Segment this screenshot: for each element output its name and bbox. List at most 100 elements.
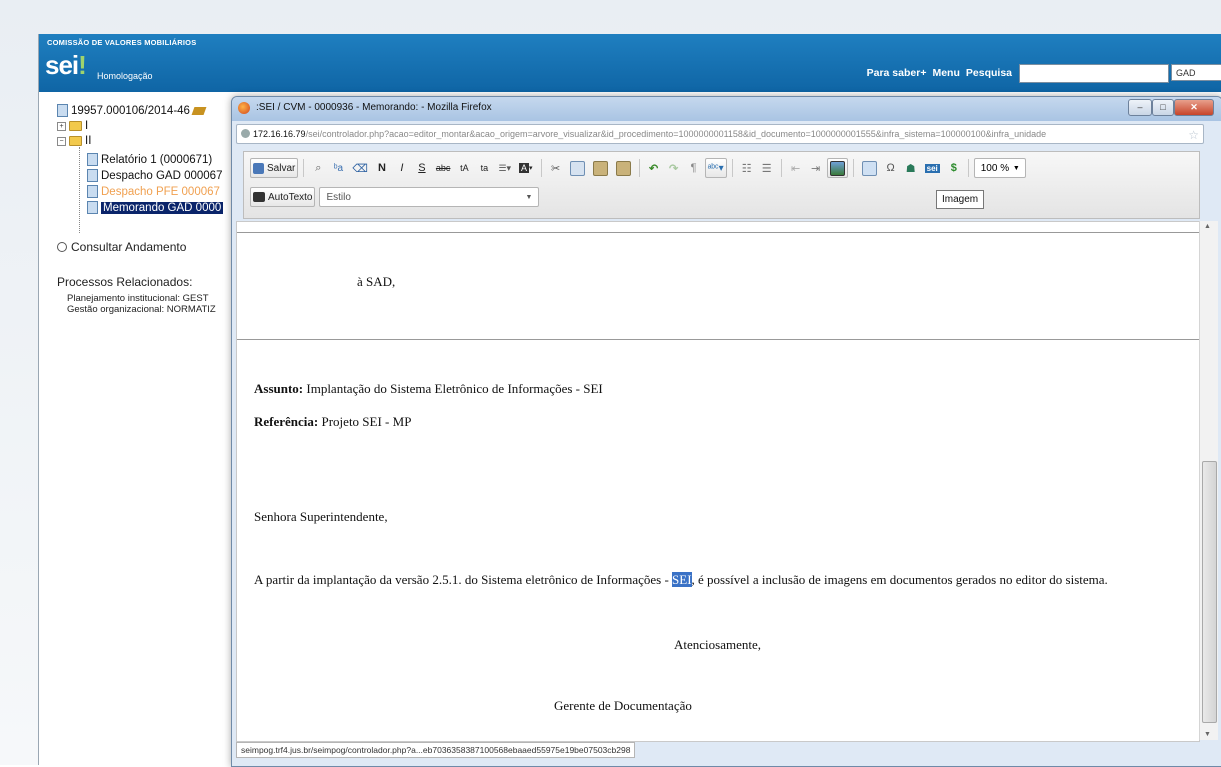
toolbar-separator <box>780 159 782 177</box>
bulleted-list-icon: ☰ <box>761 162 772 175</box>
status-bar: seimpog.trf4.jus.br/seimpog/controlador.… <box>236 742 636 758</box>
autotexto-button[interactable]: AutoTexto <box>250 187 316 207</box>
sei-logo[interactable]: sei! <box>45 50 87 81</box>
image-button[interactable] <box>826 158 848 178</box>
environment-label: Homologação <box>97 71 153 81</box>
scroll-down-icon[interactable]: ▼ <box>1204 731 1211 738</box>
tree-item-doc[interactable]: Relatório 1 (0000671) <box>87 153 212 166</box>
image-icon <box>829 160 845 176</box>
scroll-thumb[interactable] <box>1202 461 1217 723</box>
outdent-icon: ⇤ <box>791 162 801 175</box>
consult-label[interactable]: Consultar Andamento <box>71 240 186 254</box>
subscript-button[interactable]: ta <box>475 158 493 178</box>
numbered-list-icon: ☷ <box>741 162 752 175</box>
document-editor-area[interactable]: à SAD, Assunto: Implantação do Sistema E… <box>236 221 1200 742</box>
tree-item-label[interactable]: Relatório 1 (0000671) <box>101 154 212 166</box>
redo-icon: ↷ <box>668 162 679 175</box>
find-button[interactable]: ⌕ <box>309 158 327 178</box>
table-button[interactable] <box>859 158 880 178</box>
consultar-andamento-link[interactable]: Consultar Andamento <box>57 240 186 254</box>
link-pesquisa[interactable]: Pesquisa <box>966 67 1012 79</box>
special-char-button[interactable]: Ω <box>882 158 900 178</box>
tree-item-label[interactable]: Despacho GAD 000067 <box>101 170 222 182</box>
dollar-icon: $ <box>950 162 957 174</box>
bookmark-star-icon[interactable]: ☆ <box>1188 126 1199 143</box>
outdent-button[interactable]: ⇤ <box>787 158 805 178</box>
minimize-button[interactable]: – <box>1128 99 1152 116</box>
document-icon <box>87 169 98 182</box>
tree-item-label[interactable]: II <box>85 135 91 147</box>
person-icon: ☗ <box>905 162 916 175</box>
bulleted-list-button[interactable]: ☰ <box>758 158 776 178</box>
redo-button[interactable]: ↷ <box>665 158 683 178</box>
text-color-icon: A <box>519 163 530 173</box>
strikethrough-button[interactable]: abc <box>433 158 454 178</box>
sei-link-button[interactable]: sei <box>922 158 943 178</box>
related-processes-title: Processos Relacionados: <box>57 275 193 289</box>
paste-text-button[interactable] <box>613 158 634 178</box>
tree-item-label[interactable]: Despacho PFE 000067 <box>101 186 220 198</box>
tree-item-folder-i[interactable]: + I <box>57 120 88 132</box>
sei-header: COMISSÃO DE VALORES MOBILIÁRIOS sei! Hom… <box>39 34 1221 92</box>
copy-button[interactable] <box>567 158 588 178</box>
related-process-item[interactable]: Gestão organizacional: NORMATIZ <box>67 304 216 315</box>
assunto-line: Assunto: Implantação do Sistema Eletrôni… <box>254 381 603 397</box>
currency-button[interactable]: $ <box>945 158 963 178</box>
underline-button[interactable]: S <box>413 158 431 178</box>
edit-pencil-icon[interactable] <box>191 106 207 115</box>
tree-item-doc-selected[interactable]: Memorando GAD 0000 <box>87 201 224 214</box>
search-input[interactable] <box>1019 64 1169 83</box>
toolbar-row-2: AutoTexto Estilo ▼ <box>250 186 540 208</box>
process-number[interactable]: 19957.000106/2014-46 <box>71 105 190 117</box>
vertical-scrollbar[interactable]: ▲ ▼ <box>1199 221 1218 740</box>
list-style-icon: ☰▾ <box>498 162 512 173</box>
tree-item-folder-ii[interactable]: − II <box>57 135 91 147</box>
remove-format-button[interactable]: ⌫ <box>349 158 371 178</box>
expand-icon[interactable]: + <box>57 121 66 131</box>
body-text: , é possível a inclusão de imagens em do… <box>691 572 1108 587</box>
tree-item-doc[interactable]: Despacho GAD 000067 <box>87 169 222 182</box>
link-menu[interactable]: Menu <box>932 67 959 79</box>
maximize-button[interactable]: □ <box>1152 99 1174 116</box>
scroll-up-icon[interactable]: ▲ <box>1204 223 1211 230</box>
related-process-item[interactable]: Planejamento institucional: GEST <box>67 293 209 304</box>
strikethrough-icon: abc <box>435 163 451 173</box>
list-style-button[interactable]: ☰▾ <box>495 158 514 178</box>
cut-button[interactable]: ✂ <box>547 158 565 178</box>
top-links: Para saber+ Menu Pesquisa <box>867 67 1012 79</box>
undo-icon: ↶ <box>648 162 659 175</box>
bold-button[interactable]: N <box>373 158 391 178</box>
numbered-list-button[interactable]: ☷ <box>738 158 756 178</box>
undo-button[interactable]: ↶ <box>645 158 663 178</box>
tree-root[interactable]: 19957.000106/2014-46 <box>57 104 207 117</box>
italic-button[interactable]: I <box>393 158 411 178</box>
window-titlebar[interactable]: :SEI / CVM - 0000936 - Memorando: - Mozi… <box>232 97 1221 121</box>
zoom-select[interactable]: 100 % ▼ <box>973 158 1026 178</box>
address-bar[interactable]: 172.16.16.79/sei/controlador.php?acao=ed… <box>236 124 1204 144</box>
superscript-button[interactable]: tA <box>455 158 473 178</box>
save-button[interactable]: Salvar <box>250 158 299 178</box>
close-button[interactable]: ✕ <box>1174 99 1214 116</box>
copy-icon <box>569 160 585 176</box>
indent-button[interactable]: ⇥ <box>807 158 825 178</box>
tree-item-doc-pending[interactable]: Despacho PFE 000067 <box>87 185 220 198</box>
paragraph-marks-button[interactable]: ¶ <box>685 158 703 178</box>
globe-icon <box>241 129 250 138</box>
bold-icon: N <box>377 162 386 174</box>
process-icon <box>57 104 68 117</box>
link-para-saber[interactable]: Para saber+ <box>867 67 927 79</box>
style-select[interactable]: Estilo ▼ <box>319 187 540 207</box>
tree-item-label[interactable]: Memorando GAD 0000 <box>101 201 224 214</box>
tree-item-label[interactable]: I <box>85 120 88 132</box>
magnifier-icon <box>57 242 67 252</box>
replace-button[interactable]: ᵇa <box>329 158 347 178</box>
text-color-button[interactable]: A ▾ <box>516 158 536 178</box>
collapse-icon[interactable]: − <box>57 136 66 146</box>
underline-icon: S <box>418 162 426 174</box>
recipient-line: à SAD, <box>357 274 396 289</box>
unit-selector[interactable]: GAD <box>1171 64 1221 81</box>
spellcheck-button[interactable]: ᵃᵇᶜ▾ <box>704 158 727 178</box>
autotext-insert-button[interactable]: ☗ <box>902 158 920 178</box>
find-icon: ⌕ <box>315 161 322 174</box>
paste-button[interactable] <box>590 158 611 178</box>
